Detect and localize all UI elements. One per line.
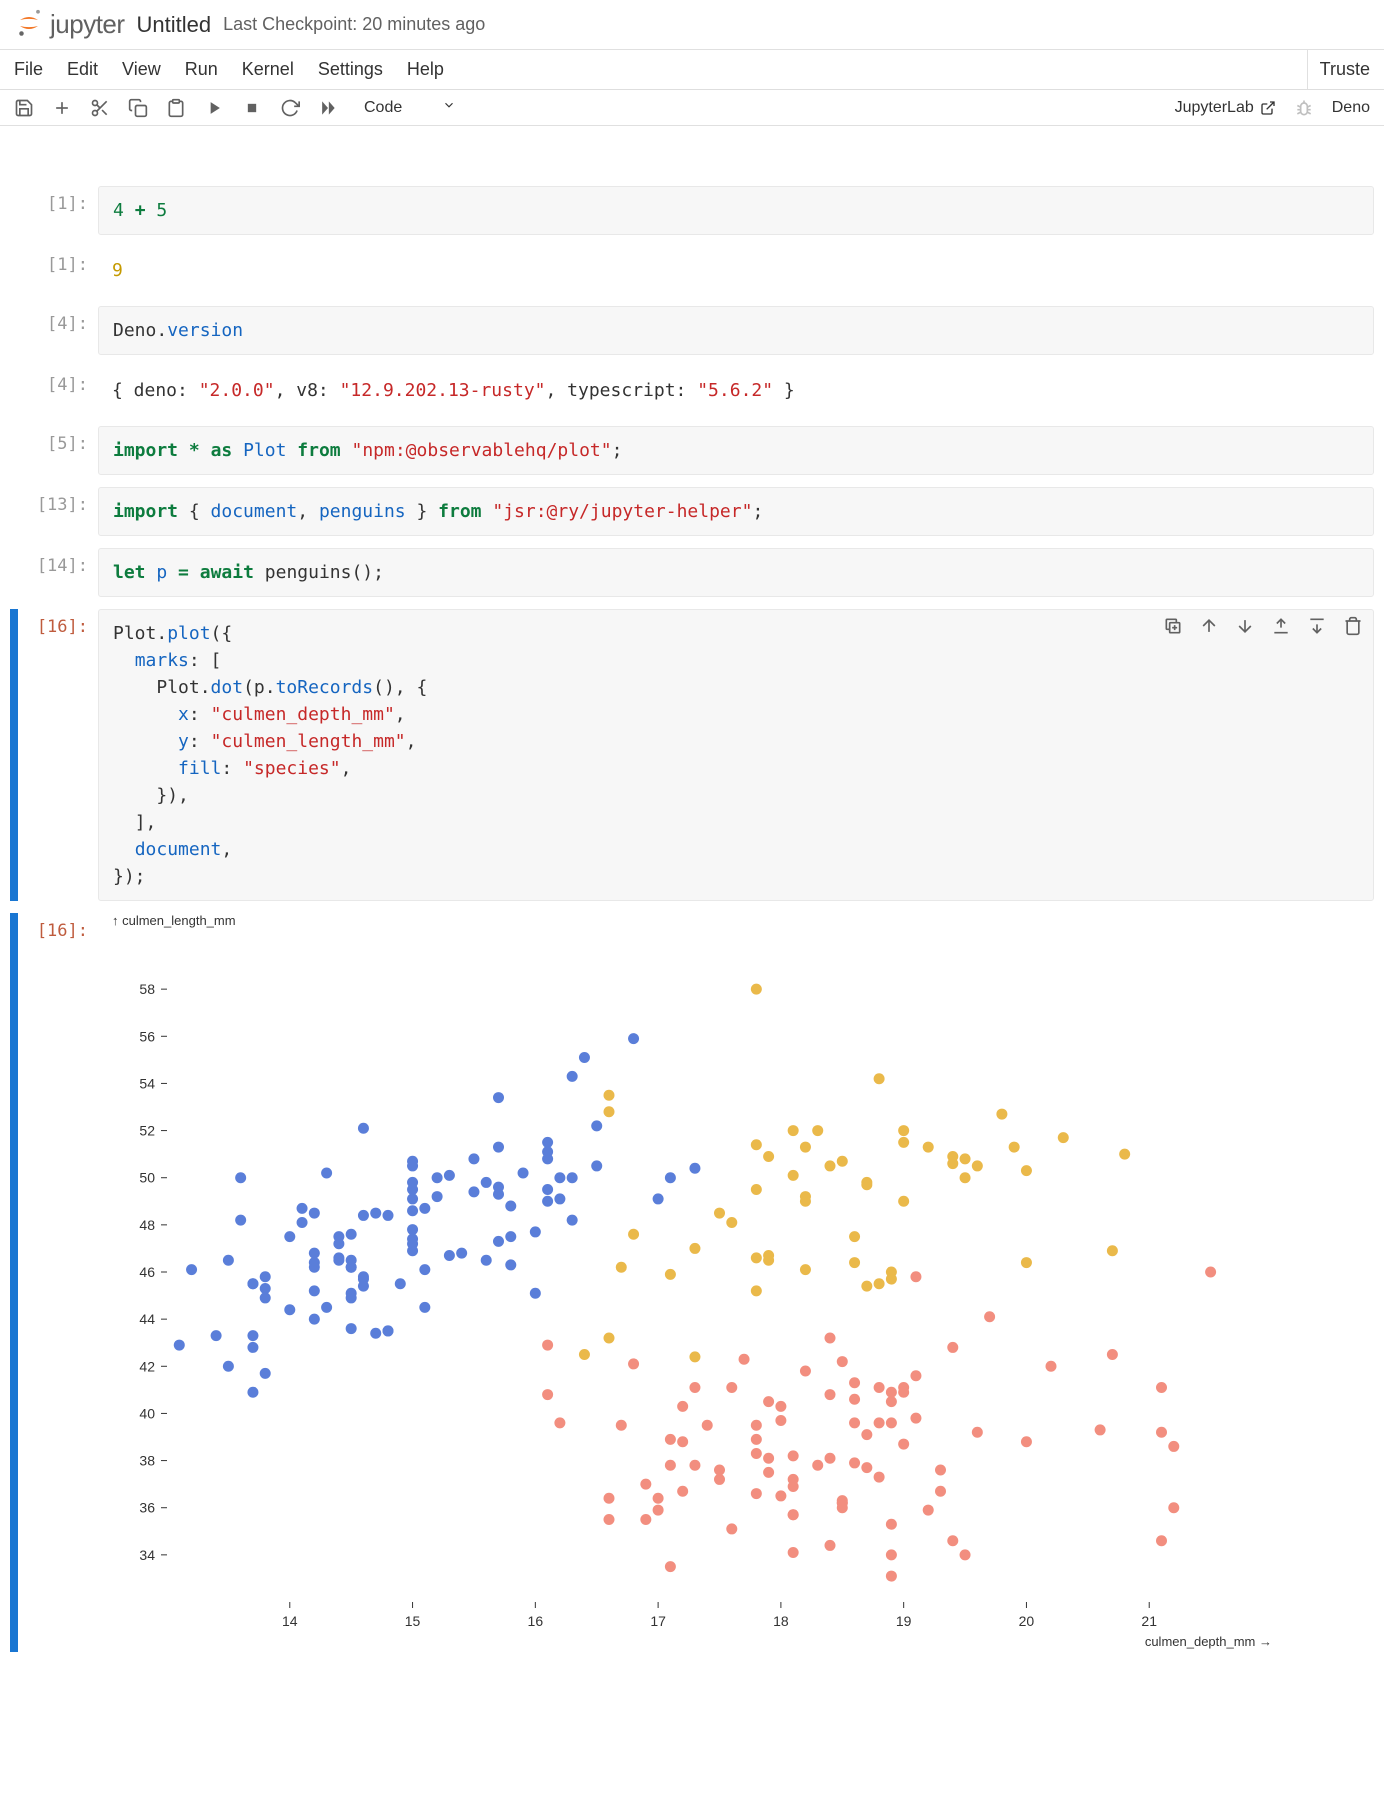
input-prompt: [14]:: [18, 548, 98, 576]
trusted-indicator[interactable]: Truste: [1307, 50, 1370, 89]
kernel-name[interactable]: Deno: [1332, 99, 1370, 117]
svg-text:15: 15: [405, 1613, 421, 1629]
svg-text:54: 54: [139, 1075, 155, 1091]
code-input[interactable]: let p = await penguins();: [98, 548, 1374, 597]
notebook: [1]: 4 + 5 [1]: 9 [4]: Deno.version [4]:…: [0, 126, 1384, 1684]
output-prompt: [4]:: [18, 367, 98, 395]
input-prompt: [4]:: [18, 306, 98, 334]
cell-type-selector[interactable]: Code: [356, 96, 464, 119]
svg-text:56: 56: [139, 1028, 155, 1044]
menu-help[interactable]: Help: [407, 59, 444, 80]
move-up-icon[interactable]: [1199, 616, 1219, 636]
code-cell[interactable]: [14]: let p = await penguins();: [10, 548, 1374, 597]
menu-kernel[interactable]: Kernel: [242, 59, 294, 80]
chevron-down-icon: [442, 98, 456, 117]
menu-edit[interactable]: Edit: [67, 59, 98, 80]
code-cell[interactable]: [4]: Deno.version: [10, 306, 1374, 355]
code-input[interactable]: import { document, penguins } from "jsr:…: [98, 487, 1374, 536]
output-cell: [16]: ↑ culmen_length_mm 34 36 38 40 42 44 46 4…: [10, 913, 1374, 1652]
code-input[interactable]: 4 + 5: [98, 186, 1374, 235]
paste-icon[interactable]: [166, 98, 186, 118]
svg-text:44: 44: [139, 1311, 155, 1327]
output-prompt: [16]:: [18, 913, 98, 941]
svg-text:40: 40: [139, 1405, 155, 1421]
input-prompt: [13]:: [18, 487, 98, 515]
output-cell: [4]: { deno: "2.0.0", v8: "12.9.202.13-r…: [10, 367, 1374, 414]
logo-text: jupyter: [50, 9, 125, 40]
stop-icon[interactable]: [242, 98, 262, 118]
code-output: 9: [98, 247, 1374, 294]
output-cell: [1]: 9: [10, 247, 1374, 294]
svg-text:culmen_depth_mm →: culmen_depth_mm →: [1145, 1634, 1272, 1649]
svg-text:42: 42: [139, 1358, 155, 1374]
svg-text:17: 17: [650, 1613, 666, 1629]
delete-icon[interactable]: [1343, 616, 1363, 636]
code-cell[interactable]: [13]: import { document, penguins } from…: [10, 487, 1374, 536]
insert-above-icon[interactable]: [1271, 616, 1291, 636]
svg-text:52: 52: [139, 1123, 155, 1139]
toolbar: Code JupyterLab Deno: [0, 90, 1384, 126]
menu-view[interactable]: View: [122, 59, 161, 80]
svg-text:48: 48: [139, 1217, 155, 1233]
bug-icon[interactable]: [1294, 98, 1314, 118]
checkpoint-info: Last Checkpoint: 20 minutes ago: [223, 14, 485, 35]
code-cell[interactable]: [5]: import * as Plot from "npm:@observa…: [10, 426, 1374, 475]
input-prompt: [5]:: [18, 426, 98, 454]
logo[interactable]: jupyter: [14, 8, 125, 41]
code-input[interactable]: Plot.plot({ marks: [ Plot.dot(p.toRecord…: [98, 609, 1374, 901]
svg-text:21: 21: [1141, 1613, 1157, 1629]
input-prompt: [1]:: [18, 186, 98, 214]
jupyterlab-label: JupyterLab: [1175, 99, 1254, 117]
svg-text:50: 50: [139, 1170, 155, 1186]
external-link-icon: [1260, 100, 1276, 116]
svg-text:46: 46: [139, 1264, 155, 1280]
move-down-icon[interactable]: [1235, 616, 1255, 636]
jupyter-icon: [14, 8, 44, 41]
code-cell[interactable]: [16]: Plot.plot({ marks: [ Plot.dot(p.to…: [10, 609, 1374, 901]
duplicate-icon[interactable]: [1163, 616, 1183, 636]
restart-icon[interactable]: [280, 98, 300, 118]
run-all-icon[interactable]: [318, 98, 338, 118]
cut-icon[interactable]: [90, 98, 110, 118]
add-cell-icon[interactable]: [52, 98, 72, 118]
code-output: { deno: "2.0.0", v8: "12.9.202.13-rusty"…: [98, 367, 1374, 414]
y-axis-label: ↑ culmen_length_mm: [112, 913, 1374, 928]
menu-file[interactable]: File: [14, 59, 43, 80]
insert-below-icon[interactable]: [1307, 616, 1327, 636]
header: jupyter Untitled Last Checkpoint: 20 min…: [0, 0, 1384, 50]
menu-items: File Edit View Run Kernel Settings Help: [14, 59, 444, 80]
menu-run[interactable]: Run: [185, 59, 218, 80]
menu-settings[interactable]: Settings: [318, 59, 383, 80]
svg-text:16: 16: [528, 1613, 544, 1629]
code-input[interactable]: Deno.version: [98, 306, 1374, 355]
run-icon[interactable]: [204, 98, 224, 118]
input-prompt: [16]:: [18, 609, 98, 637]
svg-text:36: 36: [139, 1500, 155, 1516]
cell-type-label: Code: [364, 99, 402, 117]
code-cell[interactable]: [1]: 4 + 5: [10, 186, 1374, 235]
chart-output: ↑ culmen_length_mm 34 36 38 40 42 44 46 48 50 52 5…: [98, 913, 1374, 1652]
svg-text:34: 34: [139, 1547, 155, 1563]
svg-text:18: 18: [773, 1613, 789, 1629]
code-input[interactable]: import * as Plot from "npm:@observablehq…: [98, 426, 1374, 475]
svg-text:19: 19: [896, 1613, 912, 1629]
cell-toolbar: [1163, 616, 1363, 636]
copy-icon[interactable]: [128, 98, 148, 118]
notebook-title[interactable]: Untitled: [137, 12, 212, 38]
scatter-plot: 34 36 38 40 42 44 46 48 50 52 54 56 58 14 15 16 17 18 19 20…: [112, 932, 1292, 1652]
save-icon[interactable]: [14, 98, 34, 118]
menubar: File Edit View Run Kernel Settings Help …: [0, 50, 1384, 90]
svg-text:20: 20: [1019, 1613, 1035, 1629]
svg-text:58: 58: [139, 981, 155, 997]
svg-text:38: 38: [139, 1453, 155, 1469]
svg-text:14: 14: [282, 1613, 298, 1629]
output-prompt: [1]:: [18, 247, 98, 275]
jupyterlab-link[interactable]: JupyterLab: [1175, 99, 1276, 117]
